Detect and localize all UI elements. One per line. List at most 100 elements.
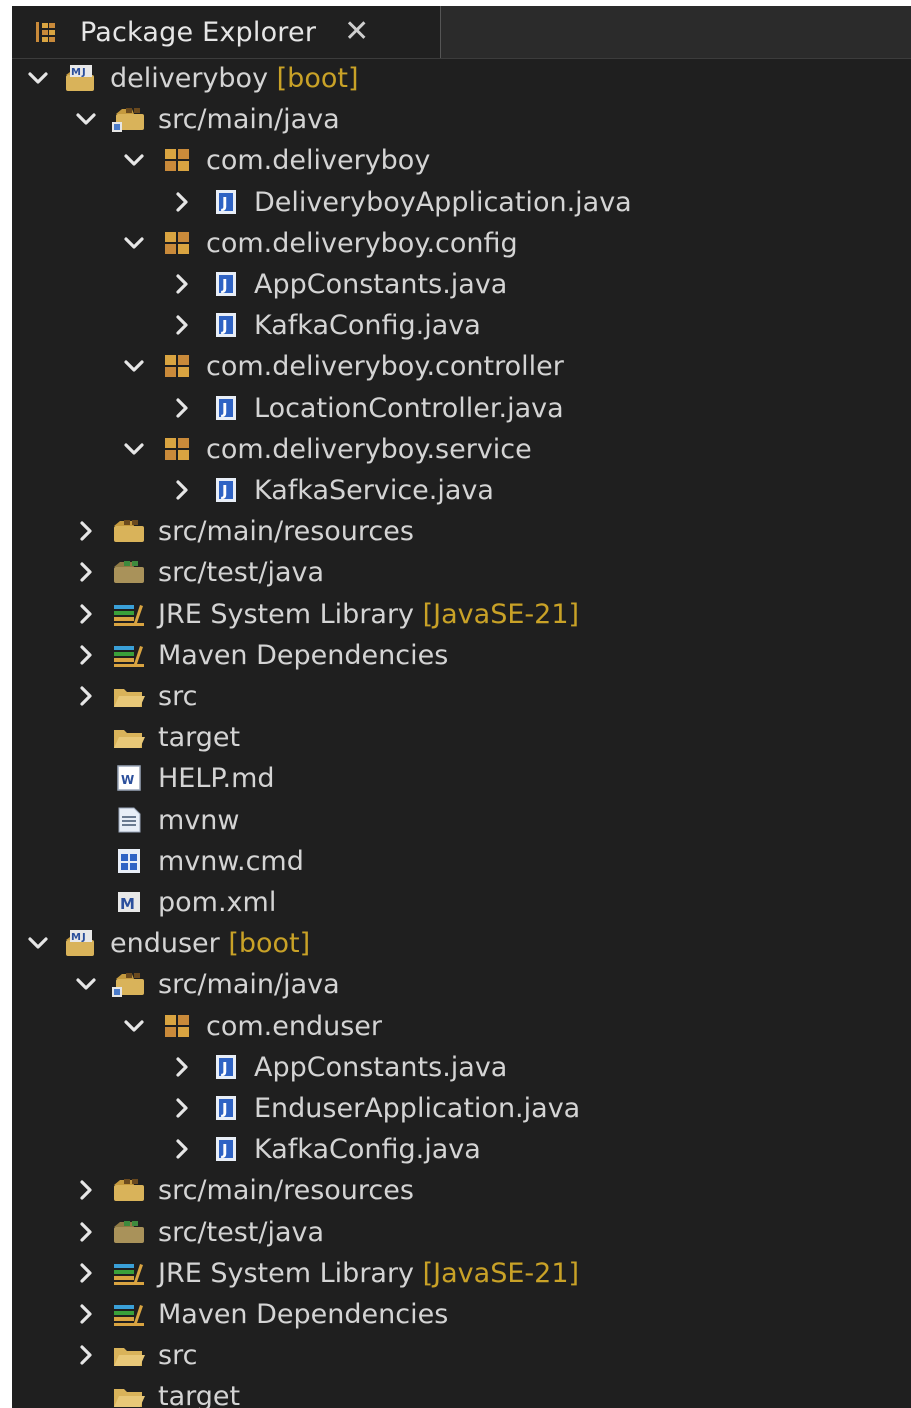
item-name: KafkaConfig.java <box>254 310 481 342</box>
chevron-right-icon[interactable] <box>74 1343 98 1367</box>
tree-item[interactable]: J AppConstants.java <box>12 1047 911 1088</box>
tree-item[interactable]: M Jdeliveryboy [boot] <box>12 58 911 99</box>
chevron-right-icon[interactable] <box>74 643 98 667</box>
chevron-right-icon[interactable] <box>170 1137 194 1161</box>
chevron-right-icon[interactable] <box>170 1096 194 1120</box>
item-name: JRE System Library <box>158 1257 415 1289</box>
item-decoration: [JavaSE-21] <box>414 1257 580 1289</box>
tree-item[interactable]: com.deliveryboy.controller <box>12 346 911 387</box>
tree-item-label: KafkaConfig.java <box>254 305 481 346</box>
tree-item[interactable]: src/main/resources <box>12 511 911 552</box>
pom-file-icon: M <box>118 892 140 913</box>
resource-folder-icon <box>114 1179 144 1202</box>
tree-item[interactable]: target <box>12 717 911 758</box>
library-icon <box>114 645 144 667</box>
tree-item-label: KafkaService.java <box>254 470 494 511</box>
tree-item[interactable]: Maven Dependencies <box>12 1294 911 1335</box>
chevron-right-icon[interactable] <box>74 602 98 626</box>
tree-item-label: AppConstants.java <box>254 264 507 305</box>
tree-item-label: AppConstants.java <box>254 1047 507 1088</box>
chevron-right-icon[interactable] <box>74 684 98 708</box>
chevron-right-icon[interactable] <box>74 1178 98 1202</box>
java-file-icon: J <box>216 272 236 296</box>
tree-item[interactable]: src/main/resources <box>12 1170 911 1211</box>
tree-item-label: pom.xml <box>158 882 276 923</box>
tree-item[interactable]: src <box>12 1335 911 1376</box>
chevron-right-icon[interactable] <box>74 1302 98 1326</box>
maven-project-icon: MJ <box>66 65 94 91</box>
chevron-right-icon[interactable] <box>170 1055 194 1079</box>
tree-item-label: com.deliveryboy.service <box>206 429 532 470</box>
item-name: AppConstants.java <box>254 1051 508 1083</box>
item-decoration: [boot] <box>268 63 359 94</box>
tree-item[interactable]: src/test/java <box>12 552 911 593</box>
chevron-right-icon[interactable] <box>170 272 194 296</box>
item-name: src <box>158 681 198 712</box>
chevron-right-icon[interactable] <box>170 396 194 420</box>
item-name: enduser <box>110 928 220 960</box>
tree-item[interactable]: src/main/java <box>12 964 911 1005</box>
chevron-right-icon[interactable] <box>74 1261 98 1285</box>
tree-item-label: com.deliveryboy <box>206 140 430 181</box>
item-name: KafkaConfig.java <box>254 1134 481 1166</box>
tree-item[interactable]: J KafkaConfig.java <box>12 305 911 346</box>
tree-item[interactable]: J KafkaConfig.java <box>12 1129 911 1170</box>
chevron-down-icon[interactable] <box>26 66 50 90</box>
tree-item[interactable]: J EnduserApplication.java <box>12 1088 911 1129</box>
tree-item[interactable]: JRE System Library [JavaSE-21] <box>12 1253 911 1294</box>
tree-item[interactable]: com.enduser <box>12 1006 911 1047</box>
svg-text:J: J <box>221 1141 228 1159</box>
tree-item[interactable]: W HELP.md <box>12 758 911 799</box>
tree-item-label: JRE System Library [JavaSE-21] <box>158 1253 579 1294</box>
close-icon[interactable]: ✕ <box>344 17 369 47</box>
tree-item[interactable]: JRE System Library [JavaSE-21] <box>12 594 911 635</box>
item-name: JRE System Library <box>158 598 415 630</box>
chevron-right-icon[interactable] <box>74 1220 98 1244</box>
chevron-down-icon[interactable] <box>122 148 146 172</box>
chevron-right-icon[interactable] <box>74 519 98 543</box>
tree-item[interactable]: mvnw <box>12 800 911 841</box>
item-name: target <box>158 1381 241 1408</box>
tree-item[interactable]: J KafkaService.java <box>12 470 911 511</box>
tree-item[interactable]: Mpom.xml <box>12 882 911 923</box>
tree-item[interactable]: J DeliveryboyApplication.java <box>12 182 911 223</box>
chevron-right-icon[interactable] <box>170 190 194 214</box>
folder-icon <box>114 1348 145 1367</box>
tree-item[interactable]: src <box>12 676 911 717</box>
tree-item[interactable]: J LocationController.java <box>12 388 911 429</box>
tree-item[interactable]: com.deliveryboy.service <box>12 429 911 470</box>
chevron-down-icon[interactable] <box>74 107 98 131</box>
chevron-down-icon[interactable] <box>122 437 146 461</box>
chevron-down-icon[interactable] <box>74 972 98 996</box>
svg-text:J: J <box>221 317 228 335</box>
tree-item[interactable]: src/main/java <box>12 99 911 140</box>
tree-item[interactable]: J AppConstants.java <box>12 264 911 305</box>
cmd-file-icon <box>118 848 140 873</box>
svg-text:W: W <box>121 773 134 787</box>
source-folder-icon <box>112 973 144 998</box>
tab-package-explorer[interactable]: Package Explorer ✕ <box>12 6 441 58</box>
tree-item[interactable]: Maven Dependencies <box>12 635 911 676</box>
tree-item[interactable]: src/test/java <box>12 1212 911 1253</box>
chevron-right-icon[interactable] <box>74 560 98 584</box>
tree-item[interactable]: target <box>12 1376 911 1408</box>
svg-text:J: J <box>81 67 86 78</box>
chevron-down-icon[interactable] <box>26 931 50 955</box>
tree-item-label: src/main/resources <box>158 511 414 552</box>
package-explorer-icon <box>36 22 55 42</box>
chevron-down-icon[interactable] <box>122 1014 146 1038</box>
package-explorer-view: Package Explorer ✕ M Jdeliveryboy [boot] s… <box>12 6 911 1408</box>
chevron-down-icon[interactable] <box>122 231 146 255</box>
chevron-down-icon[interactable] <box>122 354 146 378</box>
tree-item[interactable]: mvnw.cmd <box>12 841 911 882</box>
item-name: pom.xml <box>158 887 277 918</box>
chevron-right-icon[interactable] <box>170 478 194 502</box>
tab-label: Package Explorer <box>80 16 317 48</box>
tree-item[interactable]: M Jenduser [boot] <box>12 923 911 964</box>
chevron-right-icon[interactable] <box>170 313 194 337</box>
tree-item[interactable]: com.deliveryboy <box>12 140 911 181</box>
text-file-icon <box>118 807 141 833</box>
item-name: mvnw <box>158 804 240 836</box>
tree-item[interactable]: com.deliveryboy.config <box>12 223 911 264</box>
tree-item-label: target <box>158 717 240 758</box>
